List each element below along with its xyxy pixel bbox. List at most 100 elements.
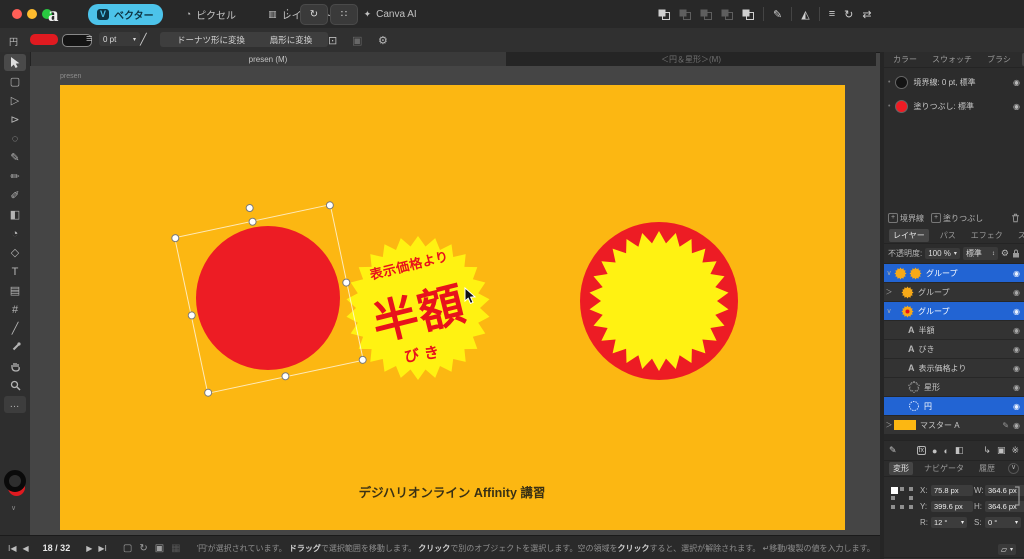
stroke-color-well[interactable] <box>4 470 26 492</box>
add-fill-button[interactable]: +塗りつぶし <box>931 213 983 224</box>
settings-gear-icon[interactable]: ⚙ <box>378 34 388 47</box>
delete-appearance-icon[interactable] <box>1011 213 1020 223</box>
shear-dropdown[interactable]: ▱▾ <box>998 544 1016 555</box>
layers-tab-レイヤー[interactable]: レイヤー <box>889 229 929 242</box>
color-picker-tool[interactable] <box>4 339 26 356</box>
layer-row-円[interactable]: 円◉ <box>884 397 1024 415</box>
transform-field-s[interactable]: 0 °▾ <box>985 517 1021 528</box>
appearance-row-fill[interactable]: • 塗りつぶし: 標準 ◉ <box>888 98 1020 114</box>
layer-row-グループ[interactable]: ∨グループ◉ <box>884 264 1024 282</box>
insert-behind-icon[interactable]: ⇄ <box>862 8 871 21</box>
transform-tab-履歴[interactable]: 履歴 <box>975 462 999 475</box>
layer-visibility-icon[interactable]: ◉ <box>1013 288 1020 297</box>
mask-layer-icon[interactable]: ● <box>932 446 937 456</box>
fill-stroke-selector[interactable] <box>3 470 27 500</box>
appearance-row-stroke[interactable]: • 境界線: 0 pt, 標準 ◉ <box>888 74 1020 90</box>
persona-tab-ベクター[interactable]: Vベクター <box>88 4 163 25</box>
convert-to-donut-button[interactable]: ドーナツ形に変換 <box>160 32 262 47</box>
link-dimensions-icon[interactable] <box>1013 485 1021 507</box>
boolean-combine-icon[interactable] <box>742 9 754 20</box>
transform-field-x[interactable]: 75.8 px <box>931 485 973 496</box>
layer-row-星形[interactable]: 星形◉ <box>884 378 1024 396</box>
contour-tool[interactable]: ⊳ <box>4 111 26 128</box>
layer-expand-chevron[interactable]: ＞ <box>884 287 894 297</box>
expand-dot-icon[interactable]: • <box>888 79 890 86</box>
frame-text-tool[interactable]: T <box>4 263 26 280</box>
layer-visibility-icon[interactable]: ◉ <box>1013 383 1020 392</box>
expand-dot-icon[interactable]: • <box>888 103 890 110</box>
lock-icon[interactable] <box>1012 249 1020 258</box>
last-page-button[interactable]: ▶Ⅰ <box>98 544 107 553</box>
layer-row-グループ[interactable]: ∨グループ◉ <box>884 302 1024 320</box>
persona-tab-Canva AI[interactable]: ✦Canva AI <box>355 6 426 23</box>
style-picker-tool[interactable]: ╱ <box>4 320 26 337</box>
pie-shape-tool[interactable]: ◔ <box>4 225 26 242</box>
layer-row-びき[interactable]: Aびき◉ <box>884 340 1024 358</box>
fill-layer-icon[interactable]: ◧ <box>955 445 964 456</box>
pages-icon[interactable]: ▣ <box>155 543 164 554</box>
preview-mode-icon[interactable]: ▢ <box>123 543 132 554</box>
document-tab-secondary[interactable]: ＜円＆星形＞(M) <box>506 52 876 66</box>
boolean-subtract-icon[interactable] <box>679 9 691 20</box>
layer-visibility-icon[interactable]: ◉ <box>1013 345 1020 354</box>
fill-color-swatch[interactable] <box>30 34 58 45</box>
boolean-add-icon[interactable] <box>658 9 670 20</box>
layers-tab-スタイル[interactable]: スタイル <box>1014 229 1024 242</box>
style-transfer-icon[interactable]: ✎ <box>773 8 782 21</box>
canva-apps-button[interactable]: ∷ <box>330 4 358 25</box>
slices-icon[interactable]: ▦ <box>171 543 180 554</box>
layer-visibility-icon[interactable]: ◉ <box>1013 269 1020 278</box>
place-image-tool[interactable]: ▤ <box>4 282 26 299</box>
pencil-tool[interactable]: ✏ <box>4 168 26 185</box>
view-hand-tool[interactable] <box>4 358 26 375</box>
selection-handle[interactable] <box>248 217 257 226</box>
blend-mode-dropdown[interactable]: 標準↕ <box>963 247 998 260</box>
insert-target-icon[interactable]: ⊡ <box>328 34 337 47</box>
transform-field-y[interactable]: 399.6 px <box>931 501 973 512</box>
layer-row-表示価格より[interactable]: A表示価格より◉ <box>884 359 1024 377</box>
layer-visibility-icon[interactable]: ◉ <box>1013 421 1020 430</box>
layer-expand-chevron[interactable]: ∨ <box>884 269 894 277</box>
artboard-footer-text[interactable]: デジハリオンライン Affinity 講習 <box>302 482 602 501</box>
insert-inside-icon[interactable]: ↳ <box>983 445 991 456</box>
layer-fx-icon[interactable]: fx <box>917 446 926 455</box>
persona-overflow-menu[interactable]: ⋮ <box>282 7 293 20</box>
document-tab-presen[interactable]: presen (M) <box>30 52 506 66</box>
appearance-tab-カラー[interactable]: カラー <box>889 53 921 66</box>
pattern-layer-icon[interactable]: ※ <box>1011 445 1019 456</box>
selection-bounding-box[interactable] <box>174 204 364 394</box>
adjustment-layer-icon[interactable]: ◐ <box>943 446 948 456</box>
boolean-intersect-icon[interactable] <box>700 9 712 20</box>
canvas-viewport[interactable]: presen 表示価格より 半額 びき デジハリオンライン Affinity 講… <box>30 66 876 535</box>
edit-all-layers-icon[interactable]: ✎ <box>889 445 897 456</box>
artboard-tool[interactable]: ▢ <box>4 73 26 90</box>
transform-tab-ナビゲータ[interactable]: ナビゲータ <box>920 462 968 475</box>
artboard-label[interactable]: presen <box>60 73 81 80</box>
visibility-eye-icon[interactable]: ◉ <box>1013 102 1020 111</box>
rotate-icon[interactable]: ↻ <box>844 8 853 21</box>
alignment-icon[interactable]: ≡ <box>829 8 835 20</box>
layer-row-グループ[interactable]: ＞グループ◉ <box>884 283 1024 301</box>
stroke-style-icon[interactable]: ╱ <box>140 33 147 46</box>
master-edit-pencil-icon[interactable]: ✎ <box>1002 421 1009 430</box>
layer-row-半額[interactable]: A半額◉ <box>884 321 1024 339</box>
layer-row-マスター A[interactable]: ＞マスター A✎◉ <box>884 416 1024 434</box>
boolean-divide-icon[interactable] <box>721 9 733 20</box>
layer-visibility-icon[interactable]: ◉ <box>1013 364 1020 373</box>
layer-expand-chevron[interactable]: ＞ <box>884 420 894 430</box>
selection-handle[interactable] <box>187 311 196 320</box>
layer-visibility-icon[interactable]: ◉ <box>1013 326 1020 335</box>
layer-visibility-icon[interactable]: ◉ <box>1013 307 1020 316</box>
shape-tool[interactable]: ◇ <box>4 244 26 261</box>
transform-field-r[interactable]: 12 °▾ <box>931 517 967 528</box>
fill-tool[interactable]: ◧ <box>4 206 26 223</box>
flip-horizontal-icon[interactable]: ◭ <box>801 8 809 21</box>
more-tools-button[interactable]: … <box>4 396 26 413</box>
node-tool[interactable]: ▷ <box>4 92 26 109</box>
layer-expand-chevron[interactable]: ∨ <box>884 307 894 315</box>
visibility-eye-icon[interactable]: ◉ <box>1013 78 1020 87</box>
zoom-tool[interactable] <box>4 377 26 394</box>
vector-brush-tool[interactable]: ✐ <box>4 187 26 204</box>
persona-tab-ピクセル[interactable]: ◔ピクセル <box>177 4 245 25</box>
corner-tool[interactable]: ◌ <box>4 130 26 147</box>
